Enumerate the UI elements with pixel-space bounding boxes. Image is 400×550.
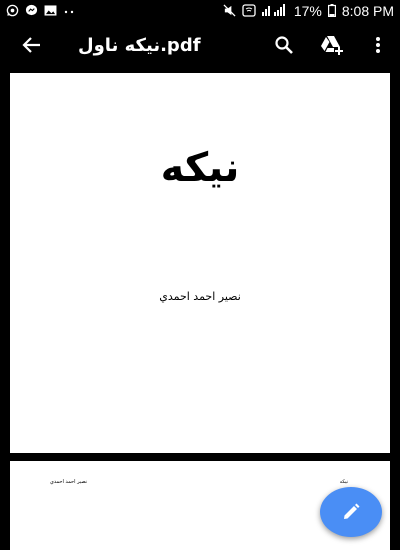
image-icon (44, 4, 57, 18)
pdf-page-1: نیکه نصیر احمد احمدي (10, 73, 390, 453)
wifi-call-icon (242, 3, 256, 19)
edit-pencil-icon (344, 503, 360, 519)
status-bar: 17% 8:08 PM (0, 0, 400, 22)
status-bar-right: 17% 8:08 PM (223, 3, 394, 19)
app-toolbar: نیکه ناول.pdf (0, 22, 400, 68)
author-name: نصیر احمد احمدي (159, 290, 241, 303)
status-bar-left (6, 4, 75, 19)
page-header-title: نیکه (339, 479, 348, 485)
page-header-author: نصیر احمد احمدي (50, 479, 88, 485)
pdf-viewer[interactable]: نیکه نصیر احمد احمدي نصیر احمد احمدي نیک… (0, 68, 400, 550)
more-vert-icon (376, 37, 380, 53)
clock: 8:08 PM (341, 3, 394, 19)
signal-icon (261, 4, 288, 18)
whatsapp-icon (6, 4, 19, 19)
document-title: نیکه ناول.pdf (78, 34, 201, 56)
dots-icon (63, 5, 75, 17)
drive-add-icon (321, 36, 343, 55)
battery-icon (327, 3, 336, 19)
edit-fab-button[interactable] (320, 487, 382, 537)
book-title: نیکه (160, 145, 240, 191)
battery-percent: 17% (293, 3, 322, 19)
search-icon (275, 36, 293, 54)
add-to-drive-button[interactable] (312, 25, 352, 65)
messenger-icon (25, 4, 38, 19)
back-button[interactable] (12, 25, 52, 65)
mute-icon (223, 3, 236, 19)
more-options-button[interactable] (358, 25, 398, 65)
back-arrow-icon (22, 37, 40, 53)
search-button[interactable] (264, 25, 304, 65)
